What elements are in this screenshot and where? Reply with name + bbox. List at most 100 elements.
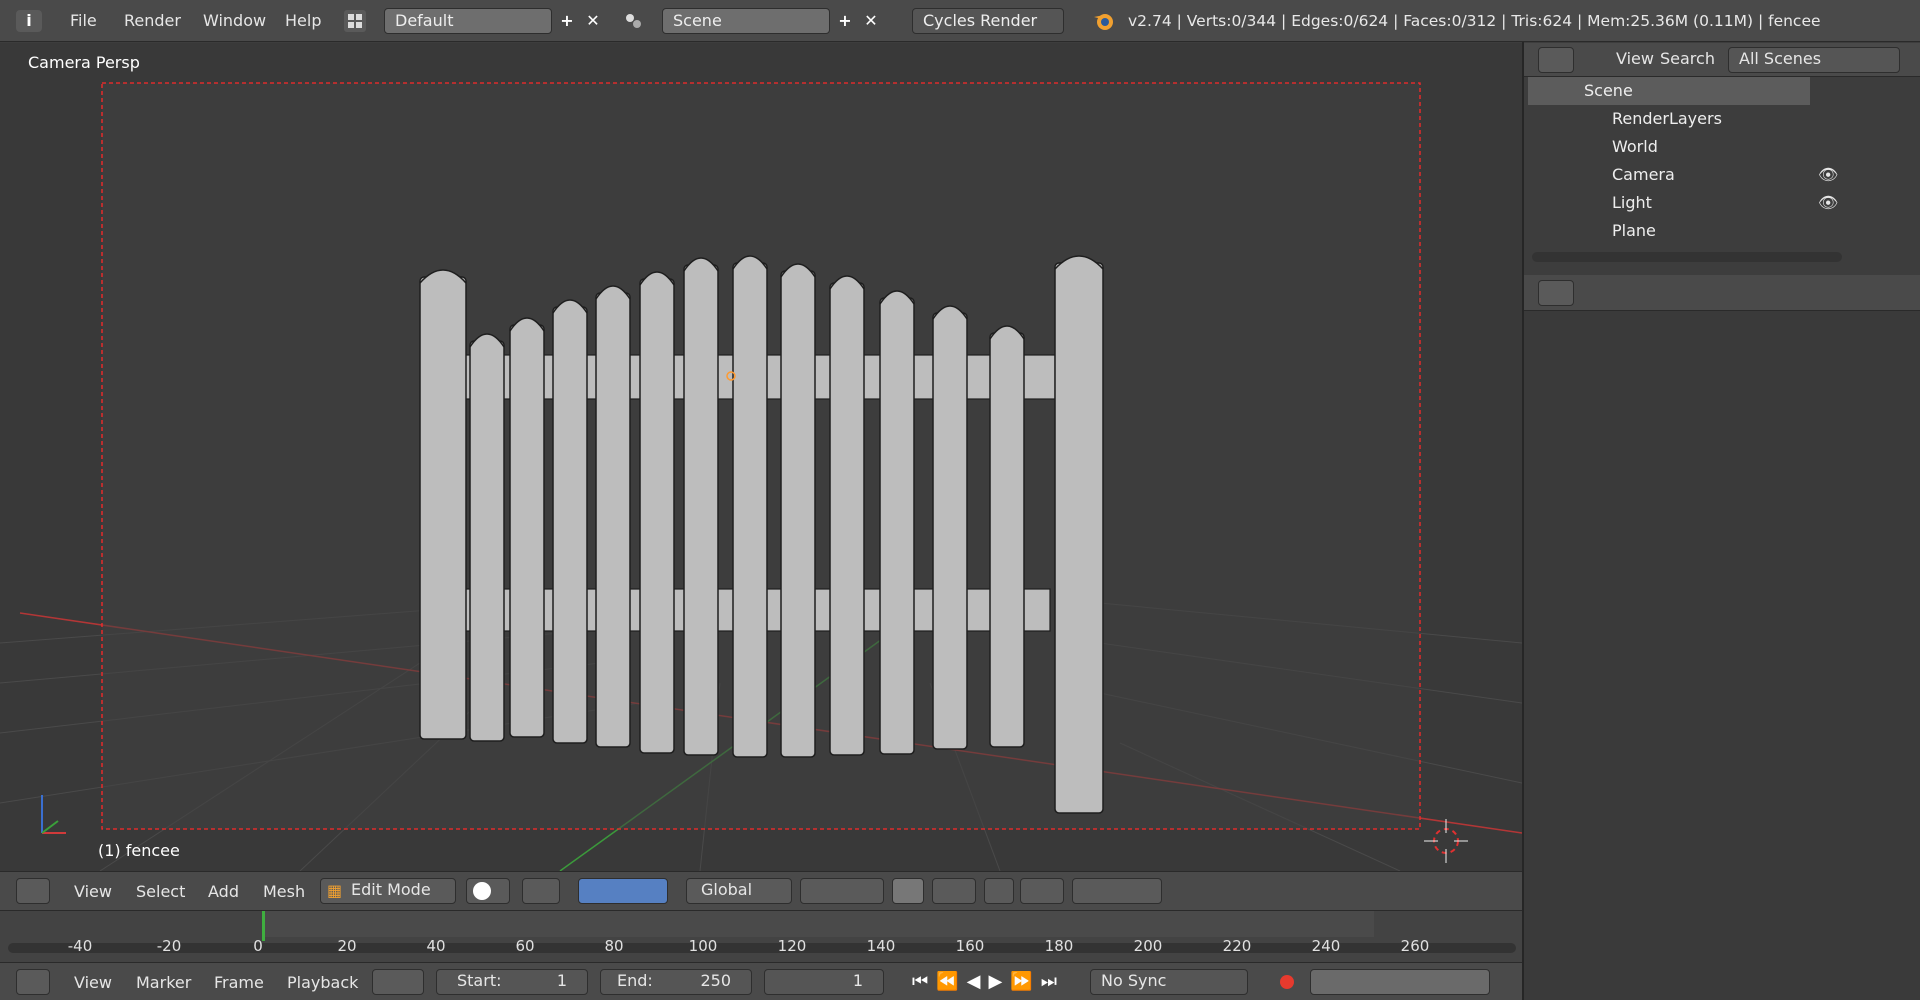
menu-add[interactable]: Add [208, 880, 239, 904]
record-button[interactable] [1280, 975, 1294, 989]
pivot-select[interactable] [522, 878, 560, 904]
timeline-tick-label: 260 [1400, 937, 1430, 955]
manipulator-toggle[interactable] [578, 878, 668, 904]
keying-toggle[interactable] [372, 969, 424, 995]
render-engine-select[interactable]: Cycles Render [912, 8, 1064, 34]
3d-cursor [1424, 819, 1468, 863]
select-mode-buttons[interactable] [800, 878, 884, 904]
frame-range-bar [262, 911, 1374, 937]
end-frame-value: 250 [700, 971, 731, 990]
eye-icon[interactable]: 👁 [1818, 165, 1838, 184]
outliner-row-world[interactable]: World [1528, 133, 1908, 161]
sync-select[interactable]: No Sync [1090, 969, 1248, 995]
outliner-row-plane[interactable]: Plane [1528, 217, 1908, 245]
end-frame-label: End: [617, 971, 653, 990]
menu-select[interactable]: Select [136, 880, 185, 904]
timeline-tick-label: 80 [604, 937, 624, 955]
start-frame-label: Start: [457, 971, 502, 990]
editor-type-icon[interactable] [16, 878, 50, 904]
add-scene-icon[interactable]: + [834, 10, 856, 32]
menu-marker[interactable]: Marker [136, 971, 191, 995]
timeline-tick-label: 240 [1311, 937, 1341, 955]
fence-picket [683, 264, 719, 756]
viewport-canvas[interactable] [0, 43, 1522, 871]
snap-element-select[interactable] [1020, 878, 1064, 904]
timeline-scrollbar[interactable] [8, 943, 1516, 953]
shading-select[interactable] [466, 878, 510, 904]
timeline-tick-label: 0 [253, 937, 263, 955]
solid-shading-icon [473, 882, 491, 900]
timeline-tick-label: -20 [156, 937, 182, 955]
outliner-menu-view[interactable]: View [1616, 47, 1654, 71]
menu-frame[interactable]: Frame [214, 971, 264, 995]
occlude-toggle[interactable] [892, 878, 924, 904]
outliner-row-light[interactable]: Light 👁 [1528, 189, 1908, 217]
snap-toggle[interactable] [984, 878, 1014, 904]
layout-select[interactable]: Default [384, 8, 552, 34]
properties-header [1524, 275, 1920, 311]
outliner-label: Light [1612, 193, 1652, 212]
proportional-edit[interactable] [932, 878, 976, 904]
eye-icon[interactable]: 👁 [1818, 193, 1838, 212]
fence-picket [1054, 262, 1104, 814]
viewport-object-label: (1) fencee [98, 841, 180, 860]
top-bar: i File Render Window Help Default + ✕ Sc… [0, 0, 1920, 42]
outliner-row-renderlayers[interactable]: RenderLayers [1528, 105, 1908, 133]
3d-view-header: View Select Add Mesh ▦ Edit Mode Global [0, 871, 1522, 910]
fence-picket [829, 282, 865, 756]
keying-set-field[interactable] [1310, 969, 1490, 995]
menu-view-timeline[interactable]: View [74, 971, 112, 995]
blender-logo-icon [1092, 9, 1116, 33]
timeline-tick-label: 60 [515, 937, 535, 955]
timeline[interactable]: -40 -20 0 20 40 60 80 100 120 140 160 180 200 220 240 2… [0, 910, 1522, 962]
menu-mesh[interactable]: Mesh [263, 880, 305, 904]
outliner-menu-search[interactable]: Search [1660, 47, 1715, 71]
orientation-select[interactable]: Global [686, 878, 792, 904]
playback-controls[interactable]: ⏮⏪◀▶⏩⏭ [912, 971, 1065, 992]
3d-viewport[interactable]: Camera Persp (1) fencee [0, 43, 1522, 871]
fence-picket [595, 292, 631, 748]
outliner-row-camera[interactable]: Camera 👁 [1528, 161, 1908, 189]
edit-mode-icon: ▦ [327, 881, 343, 900]
orientation-label: Global [701, 880, 753, 899]
render-preview-buttons[interactable] [1072, 878, 1162, 904]
scene-select[interactable]: Scene [662, 8, 830, 34]
timeline-editor-icon[interactable] [16, 969, 50, 995]
properties-editor-icon[interactable] [1538, 280, 1574, 306]
layout-icon[interactable] [344, 10, 366, 32]
outliner-label: RenderLayers [1612, 109, 1722, 128]
outliner-scrollbar[interactable] [1532, 252, 1842, 262]
add-layout-icon[interactable]: + [556, 10, 578, 32]
outliner-row-scene[interactable]: Scene [1528, 77, 1810, 105]
fence-picket [419, 276, 467, 740]
mode-select[interactable]: ▦ Edit Mode [320, 878, 456, 904]
info-icon[interactable]: i [16, 10, 42, 32]
menu-render[interactable]: Render [124, 8, 181, 34]
start-frame-field[interactable]: Start: 1 [436, 969, 588, 995]
menu-window[interactable]: Window [203, 8, 266, 34]
axis-gizmo [41, 795, 66, 834]
close-scene-icon[interactable]: ✕ [860, 10, 882, 32]
menu-help[interactable]: Help [285, 8, 321, 34]
current-frame-field[interactable]: 1 [764, 969, 884, 995]
fence-picket [639, 278, 675, 754]
properties-tabs[interactable] [1590, 283, 1910, 303]
fence-picket [552, 306, 588, 744]
timeline-header: View Marker Frame Playback Start: 1 End:… [0, 962, 1522, 1000]
menu-file[interactable]: File [70, 8, 97, 34]
close-layout-icon[interactable]: ✕ [582, 10, 604, 32]
outliner-editor-icon[interactable] [1538, 47, 1574, 73]
fence-picket [780, 270, 816, 758]
outliner-filter-select[interactable]: All Scenes [1728, 47, 1900, 73]
properties-editor[interactable] [1524, 275, 1920, 1000]
outliner-label: Camera [1612, 165, 1675, 184]
outliner-label: Scene [1584, 81, 1633, 100]
end-frame-field[interactable]: End: 250 [600, 969, 752, 995]
menu-playback[interactable]: Playback [287, 971, 358, 995]
fence-picket [732, 262, 768, 758]
timeline-tick-label: 200 [1133, 937, 1163, 955]
menu-view[interactable]: View [74, 880, 112, 904]
mode-label: Edit Mode [351, 880, 431, 899]
timeline-tick-label: 120 [777, 937, 807, 955]
timeline-tick-label: 100 [688, 937, 718, 955]
